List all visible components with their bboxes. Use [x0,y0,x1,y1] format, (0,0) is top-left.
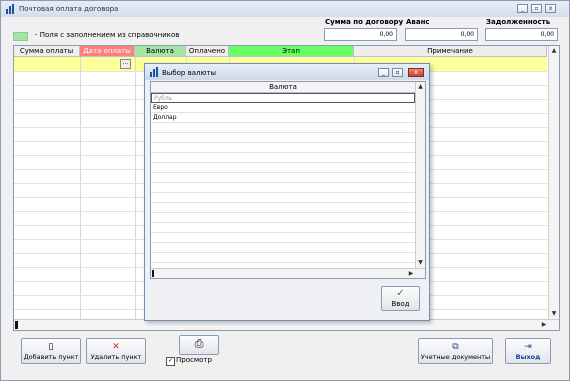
column-divider [80,57,81,319]
column-header-currency[interactable]: Валюта [151,82,415,93]
empty-row [151,253,415,263]
list-item[interactable]: Евро [151,103,415,113]
list-item[interactable]: Рубль [151,93,415,103]
documents-icon: ⧉ [452,342,459,352]
empty-row [151,143,415,153]
app-chart-icon [150,67,158,77]
currency-list[interactable]: Валюта Рубль Евро Доллар ▲ ▼ ▶ [150,81,426,279]
dialog-title: Выбор валюты [162,69,216,77]
print-button[interactable]: ⎙ [179,335,219,355]
window-title: Почтовая оплата договора [19,5,119,13]
preview-label: Просмотр [176,356,212,364]
enter-button[interactable]: ✓ Ввод [381,286,420,311]
contract-sum-label: Сумма по договору [325,18,404,26]
checkmark-icon: ✓ [396,288,405,299]
column-header-paid[interactable]: Оплачено [186,46,229,57]
advance-label: Аванс [406,18,430,26]
legend-text: - Поля с заполнением из справочников [35,31,180,39]
empty-row [151,243,415,253]
empty-row [151,153,415,163]
scroll-down-arrow-icon[interactable]: ▼ [416,258,425,268]
empty-row [151,213,415,223]
scroll-up-arrow-icon[interactable]: ▲ [416,82,425,92]
empty-row [151,133,415,143]
title-bar: Почтовая оплата договора _ ▫ x [1,1,569,17]
empty-row [151,203,415,213]
dialog-title-bar: Выбор валюты _ ▫ x [145,64,429,80]
restore-button[interactable]: ▫ [531,4,542,13]
column-divider [135,57,136,319]
document-icon: ▯ [48,342,54,352]
empty-row [151,193,415,203]
date-picker-button[interactable]: ... [120,59,131,69]
legend-swatch [13,32,28,41]
empty-row [151,223,415,233]
scroll-up-arrow-icon[interactable]: ▲ [549,46,559,56]
column-header-note[interactable]: Примечание [354,46,547,57]
main-window: Почтовая оплата договора _ ▫ x - Поля с … [0,0,570,381]
column-header-date[interactable]: Дата оплаты [80,46,135,57]
empty-row [151,173,415,183]
exit-door-icon: ⇥ [524,342,532,352]
list-item[interactable]: Доллар [151,113,415,123]
advance-field[interactable]: 0,00 [405,28,478,41]
column-header-currency[interactable]: Валюта [135,46,186,57]
close-button[interactable]: x [545,4,556,13]
dialog-close-button[interactable]: x [408,68,424,77]
scroll-thumb[interactable] [152,270,154,277]
debt-label: Задолженность [486,18,551,26]
red-x-icon: ✕ [112,342,120,352]
minimize-button[interactable]: _ [517,4,528,13]
scroll-right-arrow-icon[interactable]: ▶ [406,269,416,278]
vertical-scrollbar[interactable]: ▲ ▼ [548,46,559,319]
scroll-right-arrow-icon[interactable]: ▶ [539,320,549,330]
add-item-button[interactable]: ▯ Добавить пункт [21,338,81,364]
dialog-vertical-scrollbar[interactable]: ▲ ▼ [415,82,425,268]
dialog-restore-button[interactable]: ▫ [392,68,403,77]
empty-row [151,123,415,133]
empty-row [151,183,415,193]
column-header-sum[interactable]: Сумма оплаты [14,46,80,57]
debt-field[interactable]: 0,00 [485,28,558,41]
accounting-documents-button[interactable]: ⧉ Учетные документы [418,338,493,364]
column-header-stage[interactable]: Этап [229,46,354,57]
contract-sum-field[interactable]: 0,00 [324,28,397,41]
dialog-horizontal-scrollbar[interactable]: ▶ [151,268,425,278]
printer-icon: ⎙ [194,337,204,350]
delete-item-button[interactable]: ✕ Удалить пункт [86,338,146,364]
scroll-thumb[interactable] [15,321,18,329]
empty-row [151,233,415,243]
app-chart-icon [6,4,14,14]
currency-dialog: Выбор валюты _ ▫ x Валюта Рубль Евро Дол… [144,63,430,321]
dialog-minimize-button[interactable]: _ [378,68,389,77]
empty-row [151,163,415,173]
preview-checkbox[interactable]: ✓ [166,357,175,366]
exit-button[interactable]: ⇥ Выход [505,338,551,364]
scroll-down-arrow-icon[interactable]: ▼ [549,309,559,319]
